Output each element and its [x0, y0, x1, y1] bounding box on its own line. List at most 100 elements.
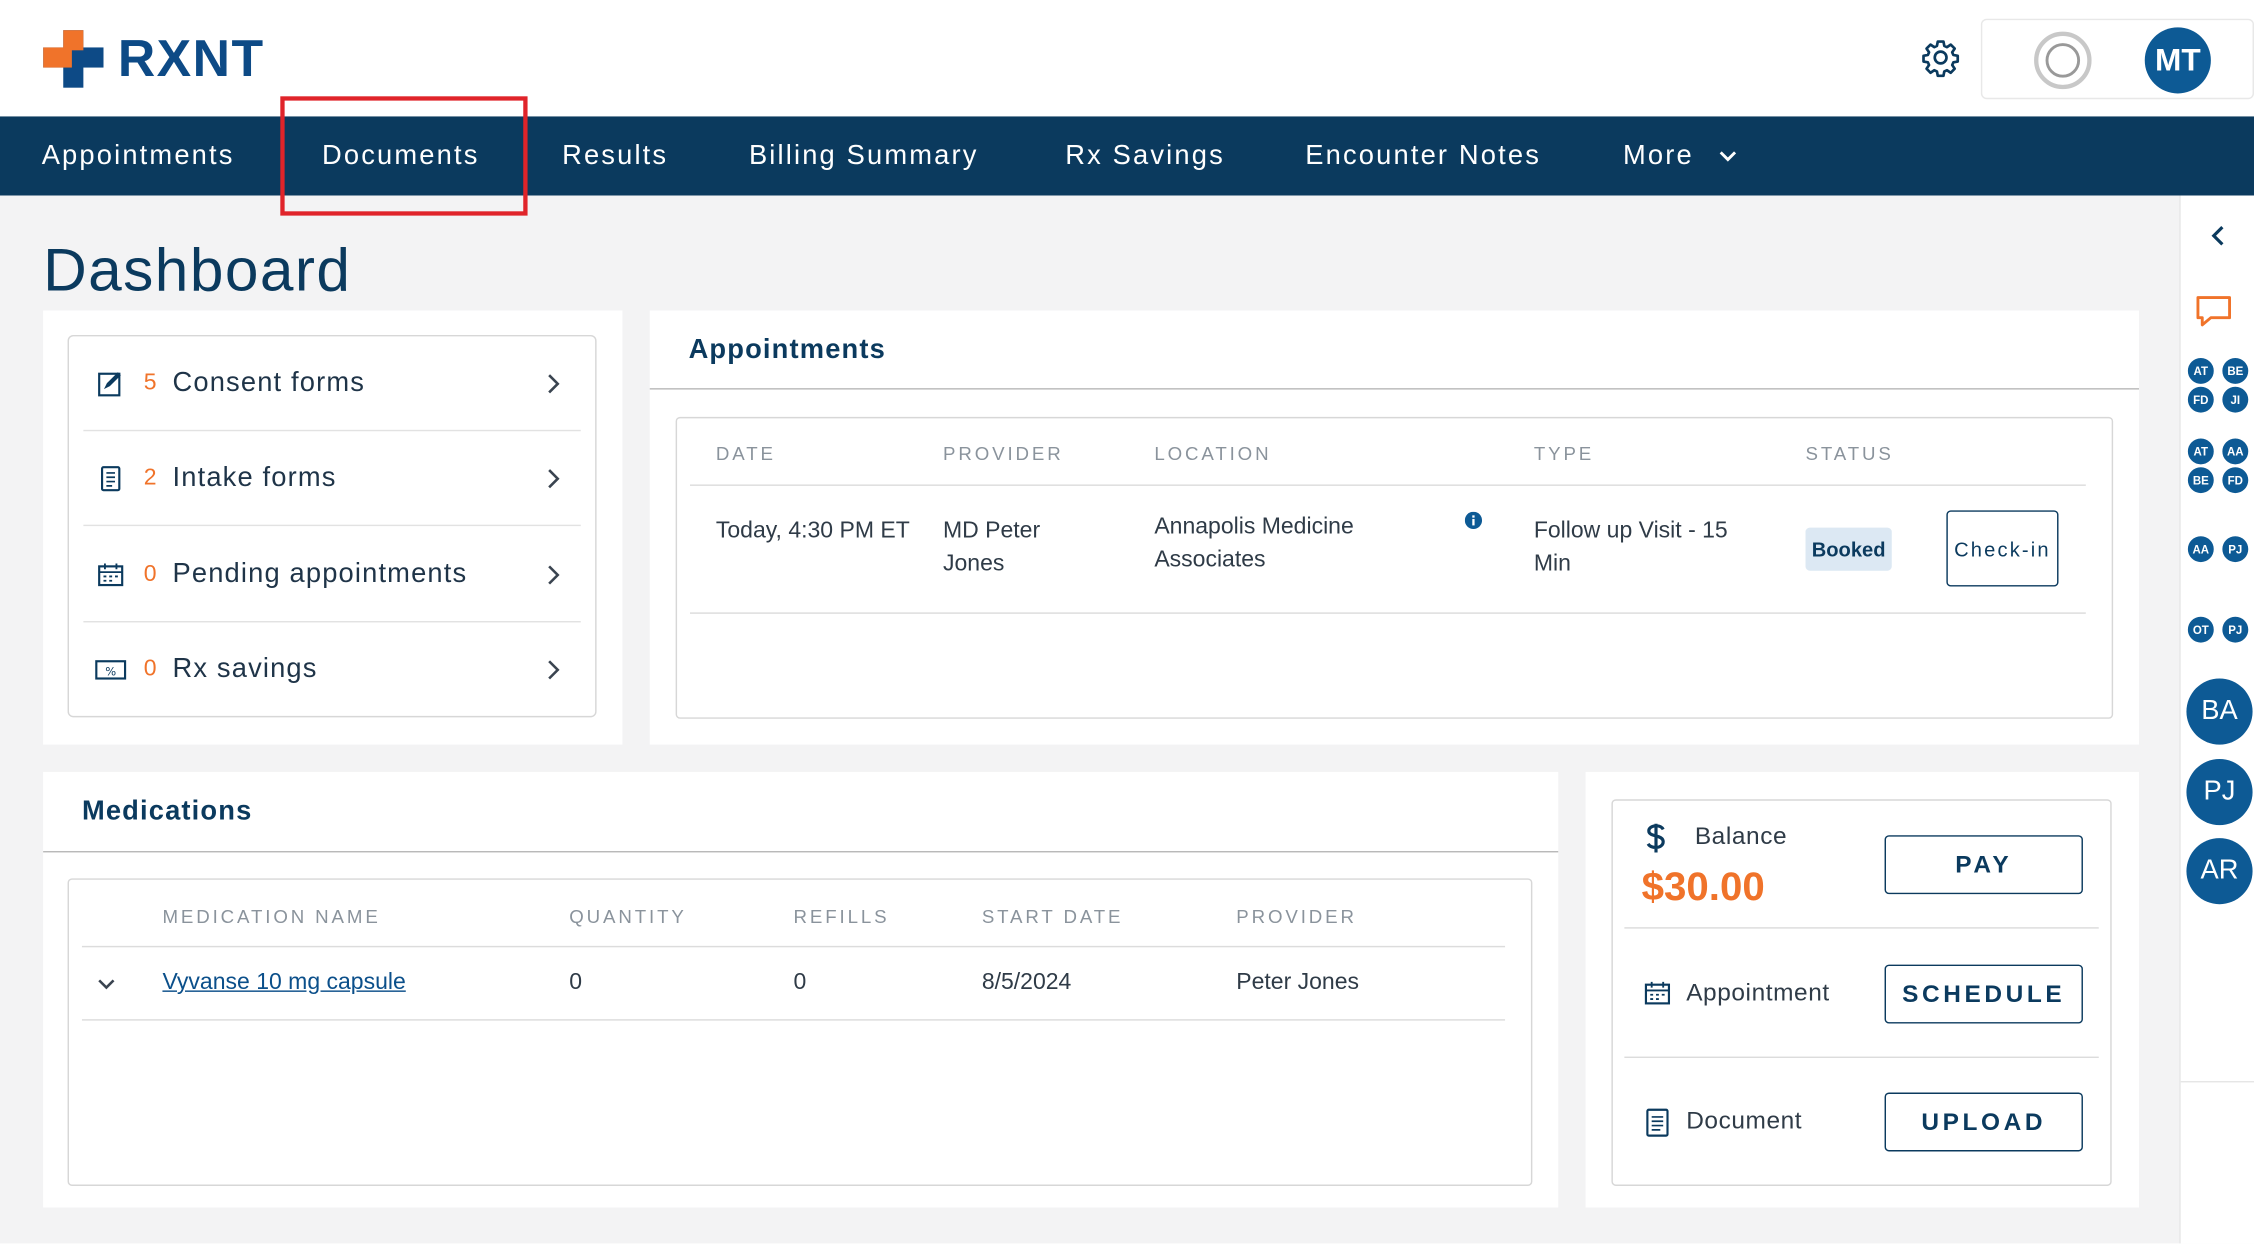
rail-avatar[interactable]: OT — [2186, 615, 2216, 644]
summary-count: 5 — [143, 370, 157, 395]
pay-button[interactable]: PAY — [1884, 835, 2083, 895]
collapse-chevron-left-icon[interactable] — [2209, 224, 2226, 247]
summary-item-intake-forms[interactable]: 2 Intake forms — [83, 431, 581, 527]
rail-avatar[interactable]: JI — [2220, 385, 2250, 414]
column-header: REFILLS — [793, 905, 890, 928]
logo-cross-icon — [43, 30, 104, 88]
medication-refills: 0 — [793, 970, 807, 995]
summary-label: Pending appointments — [172, 558, 468, 589]
medications-panel: Medications MEDICATION NAME QUANTITY REF… — [43, 771, 1559, 1208]
column-header: TYPE — [1533, 442, 1595, 465]
appointment-provider: MD Peter Jones — [943, 518, 1041, 577]
panel-divider — [649, 388, 2139, 390]
column-header: MEDICATION NAME — [162, 905, 381, 928]
actions-panel: Balance $30.00 PAY Appointment SCHEDULE … — [1585, 771, 2139, 1208]
practice-account-box[interactable]: MT — [1980, 18, 2254, 100]
chevron-right-icon — [548, 660, 560, 680]
user-avatar[interactable]: MT — [2144, 27, 2211, 94]
chevron-down-icon — [1719, 151, 1737, 162]
header-divider — [81, 945, 1506, 948]
status-badge: Booked — [1805, 527, 1892, 571]
chat-bubble-icon[interactable] — [2194, 293, 2234, 330]
column-header: PROVIDER — [1236, 905, 1357, 928]
rail-avatar[interactable]: AT — [2186, 437, 2216, 466]
summary-count: 0 — [143, 656, 157, 682]
balance-label: Balance — [1694, 822, 1788, 850]
dollar-icon — [1646, 823, 1665, 853]
rail-avatar-large[interactable]: BA — [2186, 678, 2253, 745]
appointments-title: Appointments — [688, 334, 886, 366]
summary-label: Rx savings — [172, 654, 318, 685]
medication-name-link[interactable]: Vyvanse 10 mg capsule — [162, 966, 405, 999]
summary-item-consent-forms[interactable]: 5 Consent forms — [83, 336, 581, 432]
nav-encounter-notes[interactable]: Encounter Notes — [1305, 116, 1541, 195]
document-label: Document — [1686, 1106, 1803, 1135]
appointment-label: Appointment — [1686, 978, 1830, 1007]
actions-divider — [1624, 1056, 2099, 1058]
logo-text: RXNT — [117, 28, 265, 88]
nav-appointments[interactable]: Appointments — [42, 116, 235, 195]
expand-chevron-down-icon[interactable] — [96, 978, 116, 992]
right-rail: AT BE FD JI AT AA BE FD AA PJ OT PJ BA P… — [2179, 195, 2254, 1244]
main-nav: Appointments Documents Results Billing S… — [0, 116, 2254, 196]
column-header: DATE — [715, 442, 776, 465]
appointment-date: Today, 4:30 PM ET — [715, 518, 910, 544]
rail-avatar[interactable]: BE — [2220, 356, 2250, 386]
rail-avatar[interactable]: AT — [2186, 356, 2216, 386]
summary-count: 2 — [143, 465, 157, 490]
nav-documents[interactable]: Documents — [322, 116, 480, 195]
medication-start-date: 8/5/2024 — [981, 970, 1072, 995]
top-bar: RXNT MT — [0, 0, 2254, 117]
summary-label: Consent forms — [172, 367, 366, 398]
chevron-right-icon — [548, 468, 560, 488]
row-divider — [81, 1019, 1506, 1021]
appointment-location: Annapolis Medicine Associates — [1154, 514, 1354, 573]
rail-divider — [2180, 1081, 2254, 1083]
nav-rx-savings[interactable]: Rx Savings — [1065, 116, 1225, 195]
row-divider — [690, 612, 2086, 614]
check-in-button[interactable]: Check-in — [1946, 510, 2059, 587]
column-header: QUANTITY — [569, 905, 687, 928]
rxnt-logo[interactable]: RXNT — [43, 27, 264, 90]
medications-table: MEDICATION NAME QUANTITY REFILLS START D… — [67, 878, 1533, 1186]
rx-savings-icon: % — [95, 654, 127, 686]
header-divider — [690, 484, 2086, 486]
svg-text:%: % — [105, 665, 116, 679]
chevron-right-icon — [548, 564, 560, 584]
column-header: PROVIDER — [943, 442, 1064, 465]
calendar-icon — [95, 558, 127, 590]
summary-item-pending-appointments[interactable]: 0 Pending appointments — [83, 528, 581, 623]
column-header: STATUS — [1805, 442, 1894, 465]
rail-avatar[interactable]: FD — [2220, 465, 2250, 495]
summary-count: 0 — [143, 561, 157, 586]
appointments-panel: Appointments DATE PROVIDER LOCATION TYPE… — [649, 310, 2139, 745]
balance-amount: $30.00 — [1641, 863, 1765, 909]
rail-avatar[interactable]: AA — [2186, 534, 2216, 564]
settings-gear-icon[interactable] — [1921, 37, 1961, 78]
rail-avatar[interactable]: FD — [2186, 385, 2216, 414]
summary-item-rx-savings[interactable]: % 0 Rx savings — [83, 622, 580, 717]
nav-more[interactable]: More — [1623, 116, 1738, 195]
actions-box: Balance $30.00 PAY Appointment SCHEDULE … — [1611, 799, 2112, 1186]
info-icon[interactable] — [1464, 511, 1483, 529]
rail-avatar[interactable]: BE — [2186, 465, 2216, 495]
schedule-button[interactable]: SCHEDULE — [1884, 964, 2083, 1024]
appointment-type: Follow up Visit - 15 Min — [1533, 518, 1728, 577]
chevron-right-icon — [548, 373, 560, 393]
consent-form-icon — [95, 367, 127, 399]
rail-avatar-large[interactable]: AR — [2186, 838, 2253, 905]
summary-list: 5 Consent forms 2 Intake forms 0 Pending… — [67, 334, 597, 718]
medication-provider: Peter Jones — [1236, 970, 1359, 995]
rail-avatar[interactable]: PJ — [2220, 615, 2250, 644]
summary-label: Intake forms — [172, 462, 337, 493]
rail-avatar[interactable]: PJ — [2220, 534, 2250, 564]
rail-avatar-large[interactable]: PJ — [2186, 759, 2253, 826]
practice-seal-logo — [2034, 31, 2092, 90]
appointments-table: DATE PROVIDER LOCATION TYPE STATUS Today… — [675, 416, 2114, 719]
rail-avatar[interactable]: AA — [2220, 437, 2250, 466]
upload-button[interactable]: UPLOAD — [1884, 1092, 2083, 1152]
medication-quantity: 0 — [569, 970, 583, 995]
nav-billing-summary[interactable]: Billing Summary — [749, 116, 979, 195]
nav-results[interactable]: Results — [562, 116, 668, 195]
page-title: Dashboard — [43, 235, 352, 304]
